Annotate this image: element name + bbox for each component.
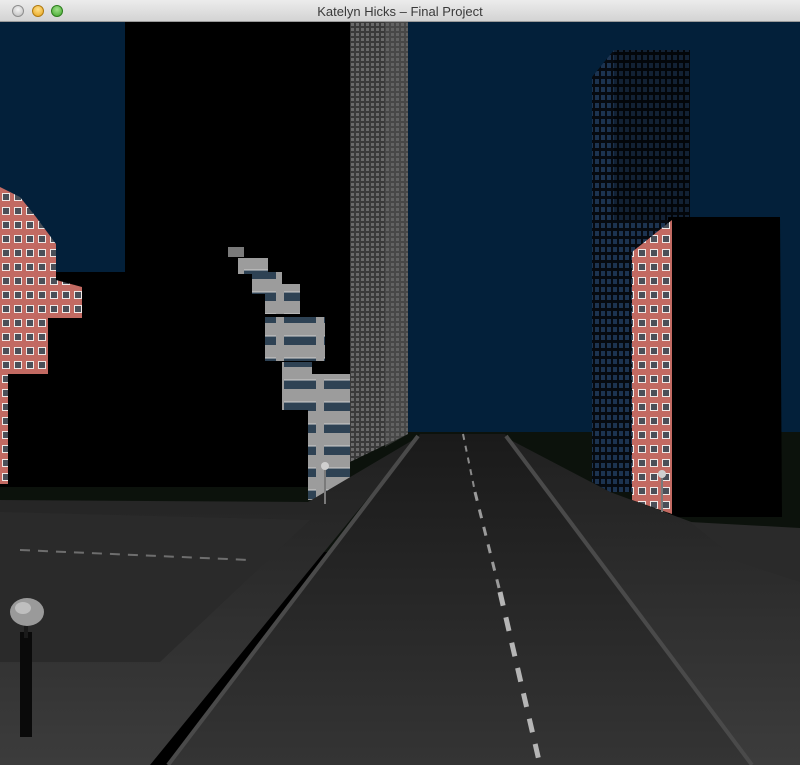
render-canvas[interactable]: [0, 22, 800, 765]
building-dark-right: [668, 217, 782, 517]
app-window: Katelyn Hicks – Final Project: [0, 0, 800, 765]
building-brick-right: [632, 220, 672, 514]
window-title: Katelyn Hicks – Final Project: [317, 4, 483, 19]
city-scene: [0, 22, 800, 765]
title-bar[interactable]: Katelyn Hicks – Final Project: [0, 0, 800, 22]
